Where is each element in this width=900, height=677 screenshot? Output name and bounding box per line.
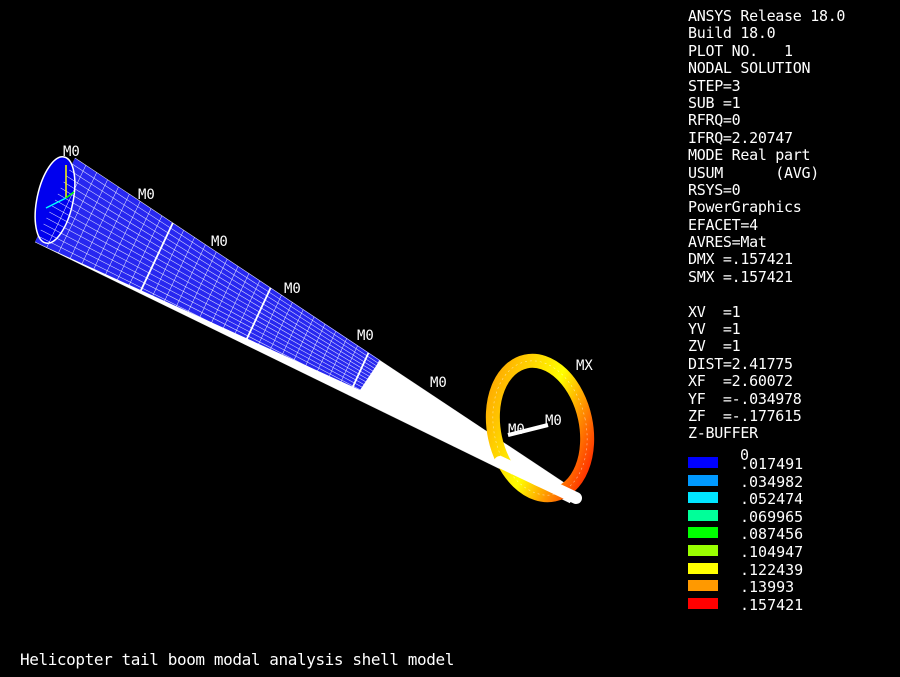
legend-entry: .122439 [688,560,888,579]
legend-entry: .052474 [688,490,888,509]
min-marker: M0 [211,234,228,250]
info-line: Build 18.0 [688,24,776,43]
legend-value: .069965 [740,507,804,526]
info-line: PowerGraphics [688,198,802,217]
info-line: RFRQ=0 [688,111,741,130]
legend-swatch [688,597,718,609]
legend-swatch [688,492,718,504]
info-line: STEP=3 [688,76,741,95]
max-marker: MX [576,358,593,374]
info-line: PLOT NO. 1 [688,41,793,60]
plot-title: Helicopter tail boom modal analysis shel… [20,650,454,669]
tail-rotor-ring [485,353,595,504]
legend-entry: .017491 [688,455,888,473]
legend-value: .052474 [740,490,804,509]
legend-value: .122439 [740,560,804,579]
info-line: XF =2.60072 [688,372,793,391]
legend-swatch [688,457,718,468]
legend-value: .017491 [740,455,804,473]
min-marker: M0 [138,187,155,203]
info-line: AVRES=Mat [688,233,767,252]
info-line: XV =1 [688,302,741,321]
legend-entry: .157421 [688,595,888,614]
info-line: ZV =1 [688,337,741,356]
legend-value: .104947 [740,543,804,561]
legend-value: .13993 [740,578,795,597]
legend-value: .034982 [740,472,804,491]
info-line: RSYS=0 [688,180,741,199]
info-line: YF =-.034978 [688,389,802,408]
info-line: YV =1 [688,320,741,339]
min-marker: M0 [357,328,374,344]
info-line: SUB =1 [688,93,741,112]
legend-entry: .13993 [688,578,888,597]
info-line: IFRQ=2.20747 [688,128,793,147]
info-line: DIST=2.41775 [688,354,793,373]
legend-swatch [688,527,718,539]
legend-value: .157421 [740,595,804,614]
info-line: SMX =.157421 [688,267,793,286]
legend-swatch [688,545,718,556]
info-line: ZF =-.177615 [688,406,802,425]
legend-swatch [688,562,718,574]
min-marker: M0 [508,422,525,438]
solution-info-panel: ANSYS Release 18.0 Build 18.0 PLOT NO. 1 NO… [688,7,846,443]
legend-entry: .104947 [688,543,888,561]
min-marker: M0 [545,413,562,429]
legend-entry: .069965 [688,507,888,526]
info-line: NODAL SOLUTION [688,59,811,78]
legend-value: .087456 [740,525,804,544]
min-marker: M0 [284,281,301,297]
min-marker: M0 [430,375,447,391]
info-line: USUM (AVG) [688,163,819,182]
legend-entry: .034982 [688,472,888,491]
info-line [688,286,845,303]
info-line: Z-BUFFER [688,424,758,443]
info-line: ANSYS Release 18.0 [688,7,846,25]
info-line: DMX =.157421 [688,250,793,269]
info-line: EFACET=4 [688,215,758,234]
legend-entry: .087456 [688,525,888,544]
legend-swatch [688,474,718,486]
legend-swatch [688,580,718,592]
min-marker: M0 [63,144,80,160]
legend-swatch [688,509,718,521]
info-line: MODE Real part [688,146,811,165]
